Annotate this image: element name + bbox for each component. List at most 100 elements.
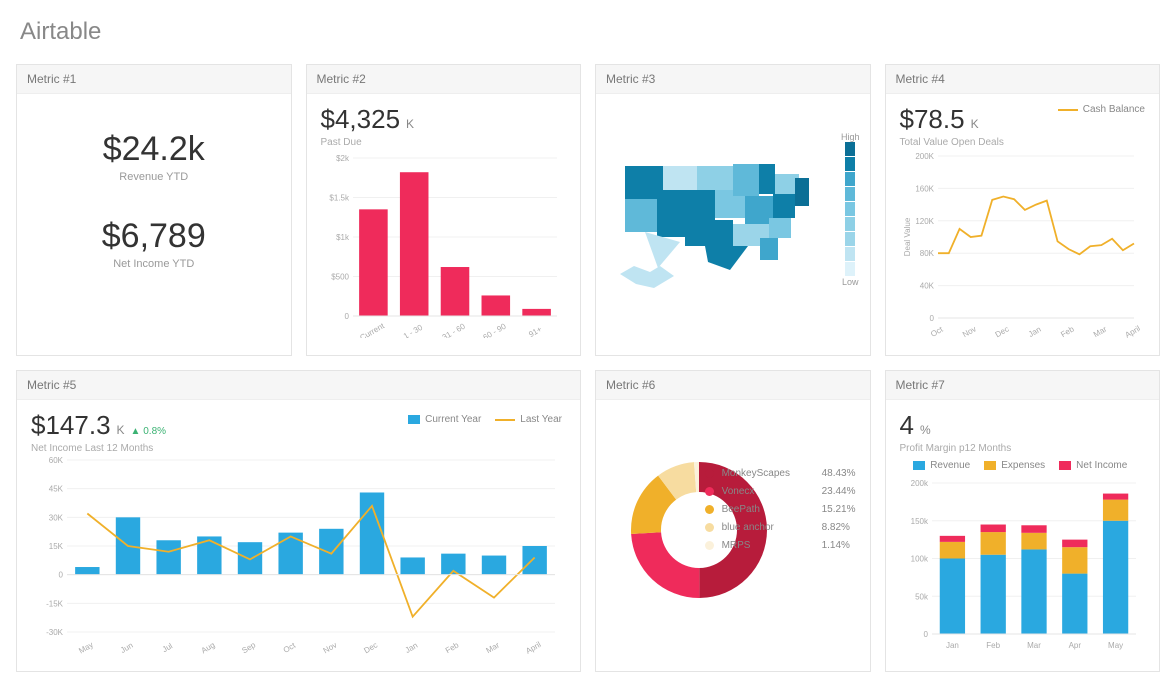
map-legend-low: Low — [842, 277, 859, 287]
svg-text:Mar: Mar — [1091, 324, 1108, 338]
svg-text:-30K: -30K — [46, 628, 64, 637]
svg-text:0: 0 — [929, 314, 934, 323]
map-legend: High Low — [841, 132, 860, 287]
card-body: $4,325 K Past Due 0 $500 $1k $1.5k $2k Curren… — [307, 94, 581, 355]
legend-label: Current Year — [425, 414, 481, 425]
svg-text:Deal Value: Deal Value — [903, 217, 912, 256]
svg-text:Jun: Jun — [119, 641, 135, 654]
card-header: Metric #7 — [886, 371, 1160, 400]
usa-map — [610, 134, 840, 304]
legend-label: Cash Balance — [1083, 104, 1145, 115]
past-due-unit: K — [406, 117, 414, 131]
svg-text:Jan: Jan — [404, 641, 420, 654]
svg-text:$1k: $1k — [336, 233, 350, 242]
net-income-unit: K — [117, 423, 125, 437]
donut-legend: MonkeyScapes48.43%Vonecx23.44%BeePath15.… — [705, 468, 856, 558]
svg-text:April: April — [524, 640, 543, 654]
svg-text:30K: 30K — [49, 513, 64, 522]
svg-text:80K: 80K — [919, 249, 934, 258]
netincome-ytd-label: Net Income YTD — [31, 258, 277, 270]
svg-text:Mar: Mar — [485, 640, 502, 654]
dashboard-grid: Metric #1 $24.2k Revenue YTD $6,789 Net … — [16, 64, 1160, 672]
card-metric-4: Metric #4 $78.5 K Total Value Open Deals… — [885, 64, 1161, 356]
svg-text:Dec: Dec — [362, 640, 379, 654]
svg-text:Dec: Dec — [993, 324, 1010, 338]
donut-legend-item: BeePath15.21% — [705, 504, 856, 515]
svg-text:40K: 40K — [919, 282, 934, 291]
svg-text:Current: Current — [358, 321, 386, 338]
svg-text:200K: 200K — [915, 152, 934, 161]
net-income-sub: Net Income Last 12 Months — [31, 443, 166, 454]
svg-text:Feb: Feb — [1059, 324, 1076, 338]
svg-text:Oct: Oct — [929, 324, 945, 338]
card-metric-1: Metric #1 $24.2k Revenue YTD $6,789 Net … — [16, 64, 292, 356]
svg-text:Nov: Nov — [322, 640, 339, 654]
map-legend-high: High — [841, 132, 860, 142]
card-header: Metric #2 — [307, 65, 581, 94]
svg-text:0: 0 — [923, 630, 928, 639]
svg-text:45K: 45K — [49, 485, 64, 494]
svg-text:$500: $500 — [331, 273, 349, 282]
legend-label: Last Year — [520, 414, 562, 425]
card-body: $78.5 K Total Value Open Deals Cash Bala… — [886, 94, 1160, 355]
svg-text:31 - 60: 31 - 60 — [440, 321, 467, 338]
legend-last-year: Last Year — [495, 414, 562, 425]
svg-text:Oct: Oct — [282, 640, 298, 654]
card-body: High Low — [596, 94, 870, 355]
card-header: Metric #4 — [886, 65, 1160, 94]
card-metric-2: Metric #2 $4,325 K Past Due 0 $500 $1k $1.5… — [306, 64, 582, 356]
svg-text:Sep: Sep — [240, 640, 257, 654]
card-metric-6: Metric #6 MonkeyScapes48.43%Vonecx23.44%… — [595, 370, 871, 672]
svg-text:Aug: Aug — [200, 640, 217, 654]
svg-text:60 - 90: 60 - 90 — [481, 321, 508, 338]
card-body: $24.2k Revenue YTD $6,789 Net Income YTD — [17, 94, 291, 355]
profit-stacked-chart: 050k100k150k200kJanFebMarAprMay — [900, 477, 1140, 652]
svg-text:120K: 120K — [915, 217, 934, 226]
svg-text:15K: 15K — [49, 542, 64, 551]
net-income-combo-chart: -30K-15K015K30K45K60KMayJunJulAugSepOctN… — [31, 454, 561, 654]
svg-text:-15K: -15K — [46, 599, 64, 608]
svg-text:60K: 60K — [49, 456, 64, 465]
profit-margin-unit: % — [920, 423, 931, 437]
svg-text:91+: 91+ — [527, 324, 544, 338]
svg-text:0: 0 — [344, 312, 349, 321]
legend-label: Expenses — [1001, 460, 1045, 471]
past-due-bar-chart: 0$500$1k$1.5k$2kCurrent1 - 3031 - 6060 -… — [321, 148, 561, 338]
card-body: MonkeyScapes48.43%Vonecx23.44%BeePath15.… — [596, 400, 870, 671]
svg-text:150k: 150k — [910, 517, 928, 526]
donut-legend-item: MonkeyScapes48.43% — [705, 468, 856, 479]
svg-text:200k: 200k — [910, 479, 928, 488]
net-income-delta: ▲ 0.8% — [131, 426, 166, 437]
svg-text:$1.5k: $1.5k — [329, 194, 350, 203]
card-metric-3: Metric #3 — [595, 64, 871, 356]
revenue-ytd-value: $24.2k — [31, 130, 277, 169]
svg-text:Feb: Feb — [444, 640, 461, 654]
svg-text:May: May — [1108, 641, 1123, 650]
card-metric-7: Metric #7 4 % Profit Margin p12 Months R… — [885, 370, 1161, 672]
card-body: $147.3 K ▲ 0.8% Net Income Last 12 Month… — [17, 400, 580, 671]
open-deals-value: $78.5 — [900, 104, 965, 135]
card-metric-5: Metric #5 $147.3 K ▲ 0.8% Net Income Las… — [16, 370, 581, 672]
donut-legend-item: MRPS1.14% — [705, 540, 856, 551]
cash-balance-line-chart: 040K80K120K160K200KOctNovDecJanFebMarApr… — [900, 148, 1140, 338]
svg-text:$2k: $2k — [336, 154, 350, 163]
svg-text:Feb: Feb — [986, 641, 1000, 650]
past-due-value: $4,325 — [321, 104, 401, 135]
profit-margin-value: 4 — [900, 410, 914, 441]
revenue-ytd-label: Revenue YTD — [31, 171, 277, 183]
card-header: Metric #1 — [17, 65, 291, 94]
svg-text:50k: 50k — [915, 592, 929, 601]
legend-current-year: Current Year — [408, 414, 481, 425]
donut-legend-item: blue anchor8.82% — [705, 522, 856, 533]
open-deals-unit: K — [971, 117, 979, 131]
past-due-sub: Past Due — [321, 137, 567, 148]
svg-text:Jul: Jul — [161, 641, 175, 654]
net-income-value: $147.3 — [31, 410, 111, 441]
svg-text:Jan: Jan — [1026, 325, 1042, 338]
svg-text:Nov: Nov — [961, 324, 978, 338]
legend-net-income: Net Income — [1059, 460, 1127, 471]
svg-text:April: April — [1123, 324, 1139, 338]
page-title: Airtable — [20, 18, 1160, 46]
legend-cash-balance: Cash Balance — [1058, 104, 1145, 115]
legend-expenses: Expenses — [984, 460, 1045, 471]
